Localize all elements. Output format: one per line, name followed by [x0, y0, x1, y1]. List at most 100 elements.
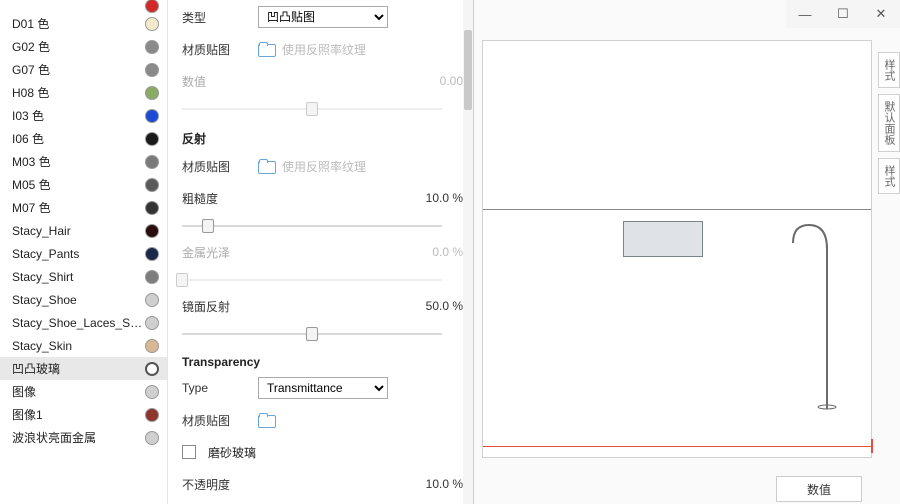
color-swatch	[145, 431, 159, 445]
material-row[interactable]: G07 色	[0, 58, 167, 81]
viewport-3d[interactable]	[482, 40, 872, 458]
material-label: Stacy_Skin	[12, 339, 145, 353]
side-tab[interactable]: 样式	[878, 52, 900, 88]
material-label: Stacy_Shoe	[12, 293, 145, 307]
specular-value: 50.0 %	[426, 299, 463, 313]
metalness-value: 0.0 %	[432, 245, 463, 259]
color-swatch	[145, 224, 159, 238]
material-label: 图像	[12, 383, 145, 400]
bump-amount-slider[interactable]	[182, 100, 442, 118]
material-label: Stacy_Shoe_Laces_Sole	[12, 316, 145, 330]
color-swatch	[145, 86, 159, 100]
color-swatch	[145, 109, 159, 123]
color-swatch	[145, 247, 159, 261]
bump-amount-label: 数值	[182, 73, 252, 90]
material-row[interactable]: Stacy_Skin	[0, 334, 167, 357]
folder-icon[interactable]	[258, 42, 276, 57]
side-tab[interactable]: 默认面板	[878, 94, 900, 152]
material-label: I03 色	[12, 107, 145, 124]
reflection-section: 反射	[182, 130, 463, 147]
color-swatch	[145, 63, 159, 77]
color-swatch	[145, 40, 159, 54]
material-label: D01 色	[12, 15, 145, 32]
transparency-type-select[interactable]: Transmittance	[258, 377, 388, 399]
metalness-label: 金属光泽	[182, 244, 252, 261]
color-swatch	[145, 293, 159, 307]
material-row[interactable]: I06 色	[0, 127, 167, 150]
material-row[interactable]: Stacy_Shirt	[0, 265, 167, 288]
frosted-checkbox[interactable]	[182, 445, 196, 459]
material-properties-panel: 类型 凹凸贴图 材质贴图 使用反照率纹理 数值 0.00 反射 材质贴图 使用反…	[168, 0, 474, 504]
statusbar-tab-value[interactable]: 数值	[776, 476, 862, 502]
material-row[interactable]: G02 色	[0, 35, 167, 58]
material-row[interactable]: Stacy_Shoe	[0, 288, 167, 311]
folder-icon[interactable]	[258, 413, 276, 428]
bump-amount-value: 0.00	[440, 74, 463, 88]
opacity-value: 10.0 %	[426, 477, 463, 491]
specular-slider[interactable]	[182, 325, 442, 343]
material-label: M03 色	[12, 153, 145, 170]
horizon-line	[483, 209, 871, 210]
color-swatch	[145, 155, 159, 169]
material-row[interactable]: Stacy_Hair	[0, 219, 167, 242]
scene-lamp-object[interactable]	[793, 219, 833, 409]
material-row[interactable]: M07 色	[0, 196, 167, 219]
material-label: Stacy_Shirt	[12, 270, 145, 284]
material-row[interactable]: 图像1	[0, 403, 167, 426]
close-button[interactable]: ✕	[862, 0, 900, 28]
transparency-type-label: Type	[182, 381, 252, 395]
opacity-label: 不透明度	[182, 476, 252, 493]
window-controls: — ☐ ✕	[786, 0, 900, 28]
material-label: G07 色	[12, 61, 145, 78]
color-swatch	[145, 316, 159, 330]
material-row[interactable]: D01 色	[0, 12, 167, 35]
roughness-slider[interactable]	[182, 217, 442, 235]
material-label: G02 色	[12, 38, 145, 55]
scene-box-object[interactable]	[623, 221, 703, 257]
color-swatch	[145, 339, 159, 353]
material-row[interactable]: 凹凸玻璃	[0, 357, 167, 380]
statusbar-tabs: 数值	[776, 476, 862, 502]
side-tab[interactable]: 样式	[878, 158, 900, 194]
folder-icon[interactable]	[258, 159, 276, 174]
refl-map-hint[interactable]: 使用反照率纹理	[282, 158, 366, 175]
material-row[interactable]: M05 色	[0, 173, 167, 196]
color-swatch	[145, 17, 159, 31]
material-label: H08 色	[12, 84, 145, 101]
frosted-label: 磨砂玻璃	[208, 444, 256, 461]
refl-map-label: 材质贴图	[182, 158, 252, 175]
color-swatch	[145, 270, 159, 284]
material-row[interactable]: I03 色	[0, 104, 167, 127]
side-tab-strip: 样式 默认面板 样式	[878, 52, 898, 200]
metalness-slider[interactable]	[182, 271, 442, 289]
transparency-section: Transparency	[182, 355, 463, 369]
material-row[interactable]: Stacy_Shoe_Laces_Sole	[0, 311, 167, 334]
viewport-area: — ☐ ✕ 样式 默认面板 样式 数值	[474, 0, 900, 504]
material-label: Stacy_Hair	[12, 224, 145, 238]
material-row-top[interactable]	[0, 0, 167, 12]
bump-type-select[interactable]: 凹凸贴图	[258, 6, 388, 28]
roughness-label: 粗糙度	[182, 190, 252, 207]
material-list[interactable]: D01 色 G02 色 G07 色 H08 色 I03 色 I06 色 M03 色 M05 色…	[0, 0, 168, 504]
material-row[interactable]: Stacy_Pants	[0, 242, 167, 265]
ground-axis-line	[483, 446, 871, 447]
specular-label: 镜面反射	[182, 298, 252, 315]
color-swatch	[145, 362, 159, 376]
color-swatch	[145, 132, 159, 146]
minimize-button[interactable]: —	[786, 0, 824, 28]
material-label: Stacy_Pants	[12, 247, 145, 261]
material-row[interactable]: M03 色	[0, 150, 167, 173]
maximize-button[interactable]: ☐	[824, 0, 862, 28]
roughness-value: 10.0 %	[426, 191, 463, 205]
bump-map-hint[interactable]: 使用反照率纹理	[282, 41, 366, 58]
material-label: 波浪状亮面金属	[12, 429, 145, 446]
material-label: M05 色	[12, 176, 145, 193]
material-label: 凹凸玻璃	[12, 360, 145, 377]
color-swatch	[145, 385, 159, 399]
material-row[interactable]: 波浪状亮面金属	[0, 426, 167, 449]
axis-tick	[871, 439, 873, 453]
material-row[interactable]: H08 色	[0, 81, 167, 104]
panel-scrollbar[interactable]	[463, 0, 473, 504]
material-label: M07 色	[12, 199, 145, 216]
material-row[interactable]: 图像	[0, 380, 167, 403]
